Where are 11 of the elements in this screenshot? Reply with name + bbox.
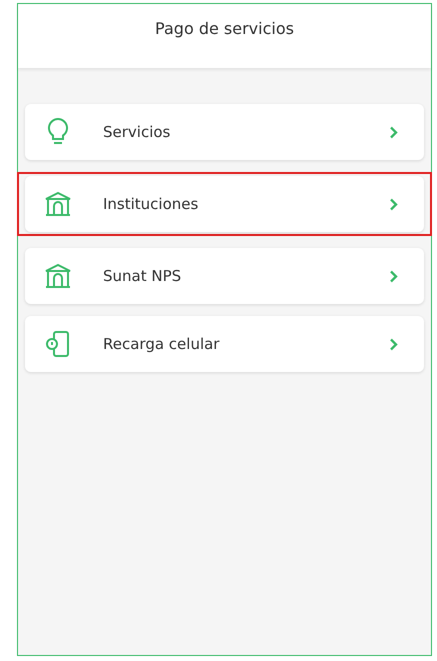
- chevron-icon: [389, 198, 398, 210]
- menu-item[interactable]: Sunat NPS: [25, 248, 424, 304]
- chevron-icon: [389, 338, 398, 350]
- page-title: Pago de servicios: [155, 18, 294, 40]
- chevron-icon: [389, 270, 398, 282]
- bank-building-icon: [43, 191, 73, 217]
- chevron-icon: [389, 126, 398, 138]
- menu-item[interactable]: Recarga celular: [25, 316, 424, 372]
- menu-item[interactable]: Servicios: [25, 104, 424, 160]
- bank-building-icon: [43, 263, 73, 289]
- menu-item[interactable]: Instituciones: [25, 176, 424, 232]
